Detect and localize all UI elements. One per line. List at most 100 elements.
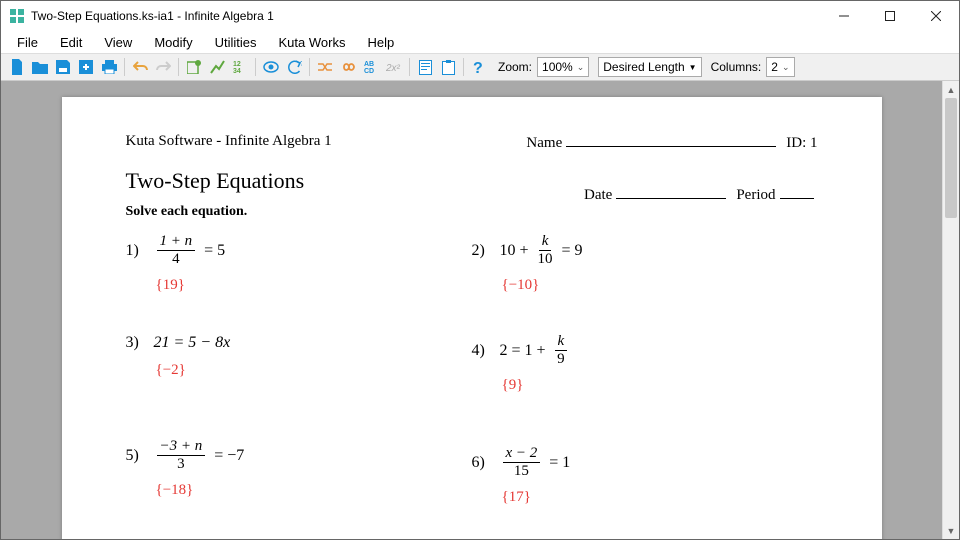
app-window: Two-Step Equations.ks-ia1 - Infinite Alg… (0, 0, 960, 540)
problem-3[interactable]: 3) 21 = 5 − 8x {−2} (126, 334, 472, 379)
zoom-dropdown[interactable]: 100%⌄ (537, 57, 589, 77)
svg-text:?: ? (300, 61, 302, 68)
problem-1[interactable]: 1) 1 + n 4 = 5 {19} (126, 234, 472, 294)
window-controls (821, 1, 959, 31)
equation-right: = 9 (562, 242, 583, 260)
fraction: 1 + n 4 (157, 234, 196, 267)
formula-icon[interactable]: 2x² (384, 57, 404, 77)
numerator: x − 2 (503, 446, 541, 463)
separator (309, 58, 310, 76)
open-icon[interactable] (30, 57, 50, 77)
menu-kutaworks[interactable]: Kuta Works (269, 33, 356, 52)
title-left: Two-Step Equations.ks-ia1 - Infinite Alg… (9, 8, 274, 24)
menu-bar: File Edit View Modify Utilities Kuta Wor… (1, 31, 959, 53)
answer: {17} (502, 489, 818, 506)
denominator: 15 (514, 463, 529, 479)
problem-number: 5) (126, 447, 148, 465)
id-label: ID: 1 (786, 135, 817, 152)
workspace: Kuta Software - Infinite Algebra 1 Name … (1, 81, 959, 539)
regenerate-icon[interactable]: ? (284, 57, 304, 77)
date-underline (616, 185, 726, 199)
svg-text:34: 34 (233, 68, 241, 74)
vertical-scrollbar[interactable]: ▲ ▼ (942, 81, 959, 539)
denominator: 10 (538, 251, 553, 267)
name-underline (566, 133, 776, 147)
problem-5[interactable]: 5) −3 + n 3 = −7 {−18} (126, 439, 472, 499)
menu-help[interactable]: Help (357, 33, 404, 52)
svg-text:2x²: 2x² (386, 63, 401, 73)
toolbar: 1234 ? ABCD 2x² ? Zoom: 100%⌄ Desired Le… (1, 53, 959, 81)
problem-number: 6) (472, 454, 494, 472)
redo-icon[interactable] (153, 57, 173, 77)
export-icon[interactable] (76, 57, 96, 77)
scroll-up-icon[interactable]: ▲ (943, 81, 959, 98)
equation-right: = −7 (214, 447, 244, 465)
infinity-icon[interactable] (338, 57, 358, 77)
problem-4[interactable]: 4) 2 = 1 + k 9 {9} (472, 334, 818, 394)
fraction: −3 + n 3 (157, 439, 206, 472)
name-label: Name (526, 135, 562, 152)
equation-left: 2 = 1 + (500, 342, 546, 360)
page-area[interactable]: Kuta Software - Infinite Algebra 1 Name … (1, 81, 942, 539)
columns-value: 2 (771, 60, 778, 74)
instructions: Solve each equation. (126, 204, 818, 220)
menu-view[interactable]: View (94, 33, 142, 52)
numerator: k (555, 334, 568, 351)
maximize-button[interactable] (867, 1, 913, 31)
desired-length-label: Desired Length (603, 60, 684, 74)
graph-icon[interactable] (207, 57, 227, 77)
period-underline (780, 185, 814, 199)
separator (124, 58, 125, 76)
scramble-icon[interactable] (315, 57, 335, 77)
save-icon[interactable] (53, 57, 73, 77)
page-icon[interactable] (415, 57, 435, 77)
svg-text:CD: CD (364, 68, 374, 74)
title-bar: Two-Step Equations.ks-ia1 - Infinite Alg… (1, 1, 959, 31)
scroll-down-icon[interactable]: ▼ (943, 522, 959, 539)
close-button[interactable] (913, 1, 959, 31)
menu-edit[interactable]: Edit (50, 33, 92, 52)
print-icon[interactable] (99, 57, 119, 77)
fraction: k 9 (555, 334, 568, 367)
separator (463, 58, 464, 76)
problems-column-2: 2) 10 + k 10 = 9 {−10} (472, 234, 818, 506)
scroll-thumb[interactable] (945, 98, 957, 218)
separator (409, 58, 410, 76)
menu-utilities[interactable]: Utilities (205, 33, 267, 52)
problem-2[interactable]: 2) 10 + k 10 = 9 {−10} (472, 234, 818, 294)
problems-grid: 1) 1 + n 4 = 5 {19} (126, 234, 818, 506)
show-answers-icon[interactable] (261, 57, 281, 77)
undo-icon[interactable] (130, 57, 150, 77)
name-field: Name ID: 1 (526, 133, 817, 152)
svg-text:?: ? (473, 60, 483, 75)
help-icon[interactable]: ? (469, 57, 489, 77)
separator (255, 58, 256, 76)
window-title: Two-Step Equations.ks-ia1 - Infinite Alg… (31, 9, 274, 23)
menu-modify[interactable]: Modify (144, 33, 202, 52)
app-icon (9, 8, 25, 24)
paste-icon[interactable] (438, 57, 458, 77)
equation: 21 = 5 − 8x (154, 334, 231, 352)
scroll-track[interactable] (943, 98, 959, 522)
numbers-icon[interactable]: 1234 (230, 57, 250, 77)
zoom-label: Zoom: (498, 60, 532, 74)
zoom-value: 100% (542, 60, 573, 74)
worksheet-title: Two-Step Equations (126, 168, 305, 194)
minimize-button[interactable] (821, 1, 867, 31)
menu-file[interactable]: File (7, 33, 48, 52)
period-label: Period (736, 187, 775, 204)
answer: {−10} (502, 277, 818, 294)
answer: {9} (502, 377, 818, 394)
new-question-icon[interactable] (184, 57, 204, 77)
denominator: 3 (177, 456, 185, 472)
desired-length-dropdown[interactable]: Desired Length▼ (598, 57, 701, 77)
problem-6[interactable]: 6) x − 2 15 = 1 {17} (472, 446, 818, 506)
fraction: k 10 (538, 234, 553, 267)
document-page: Kuta Software - Infinite Algebra 1 Name … (62, 97, 882, 539)
chevron-down-icon: ⌄ (782, 62, 790, 73)
new-icon[interactable] (7, 57, 27, 77)
equation-left: 10 + (500, 242, 529, 260)
problem-number: 1) (126, 242, 148, 260)
columns-dropdown[interactable]: 2⌄ (766, 57, 794, 77)
abcd-icon[interactable]: ABCD (361, 57, 381, 77)
